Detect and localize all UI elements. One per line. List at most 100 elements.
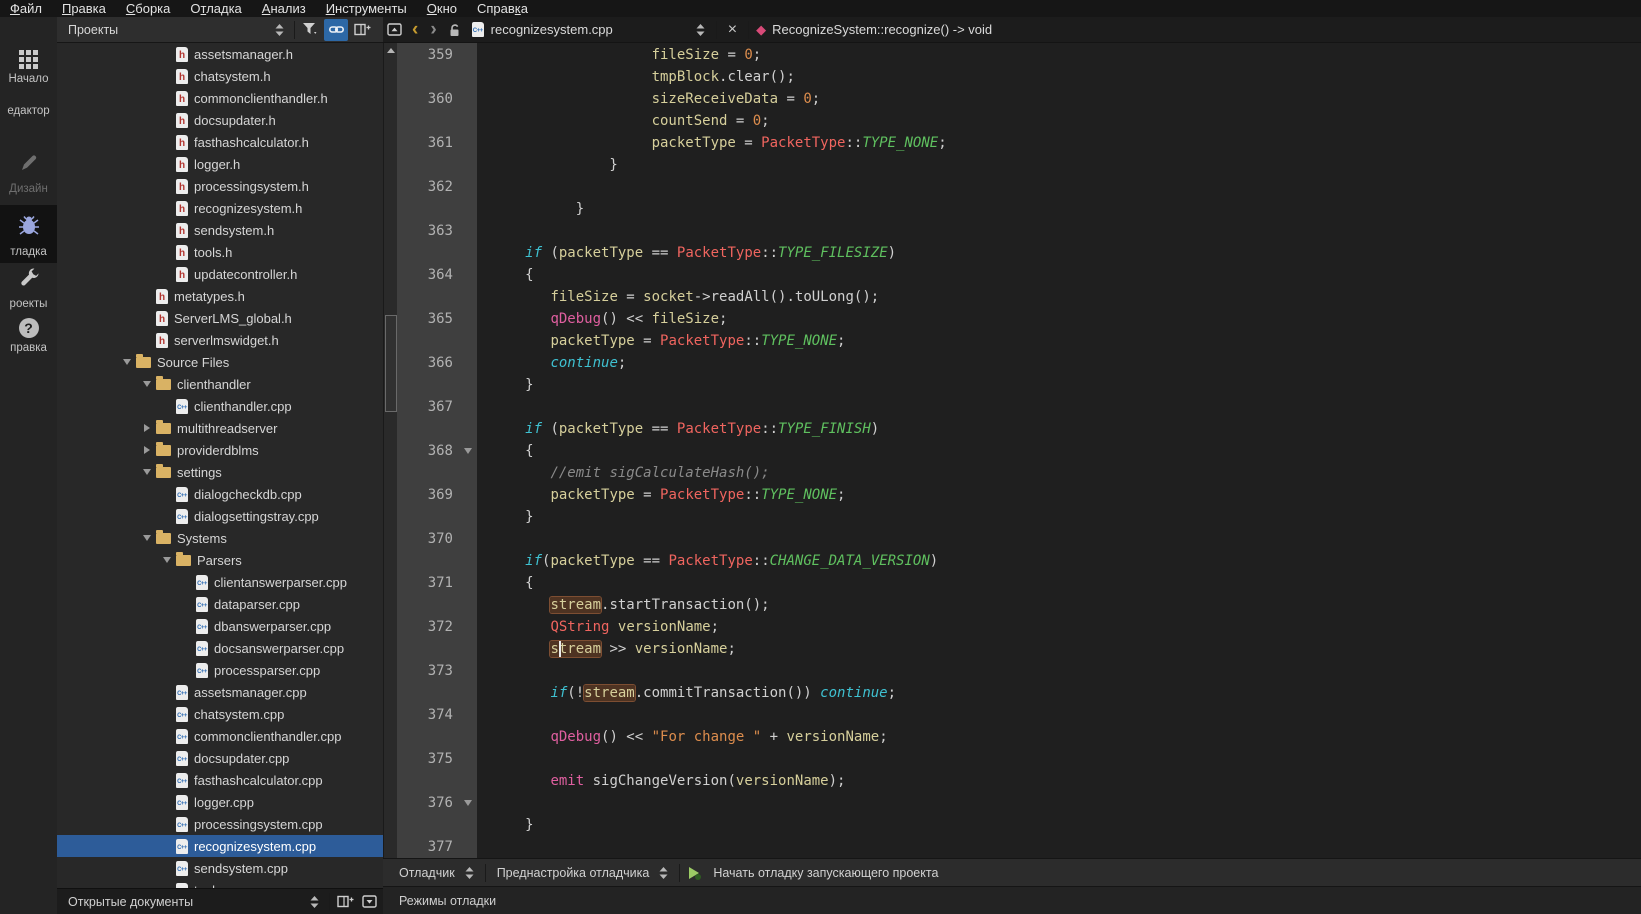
menu-item-analyze[interactable]: Анализ (252, 0, 316, 17)
tree-item-assetsmanager.cpp[interactable]: C++assetsmanager.cpp (57, 681, 383, 703)
tree-item-processingsystem.h[interactable]: hprocessingsystem.h (57, 175, 383, 197)
tree-item-fasthashcalculator.cpp[interactable]: C++fasthashcalculator.cpp (57, 769, 383, 791)
tree-item-tools.cpp[interactable]: C++tools.cpp (57, 879, 383, 888)
code-line-372[interactable]: packetType = PacketType::TYPE_NONE; (477, 330, 1641, 352)
code-line-390[interactable]: qDebug() << "For change " + versionName; (477, 726, 1641, 748)
mode-debug[interactable]: тладка (0, 205, 57, 263)
expanded-arrow-icon[interactable] (141, 381, 153, 387)
line-number-364[interactable]: 364 (397, 264, 477, 286)
scrollbar-thumb[interactable] (385, 315, 397, 412)
menu-item-file[interactable]: Файл (0, 0, 52, 17)
expanded-arrow-icon[interactable] (141, 469, 153, 475)
menu-item-build[interactable]: Сборка (116, 0, 181, 17)
sync-with-editor-button[interactable] (324, 19, 348, 41)
line-number-375[interactable]: 375 (397, 748, 477, 770)
code-line-361[interactable]: sizeReceiveData = 0; (477, 88, 1641, 110)
code-editor[interactable]: fileSize = 0; tmpBlock.clear(); sizeRece… (477, 43, 1641, 858)
filter-button[interactable] (300, 19, 320, 41)
line-number-374[interactable]: 374 (397, 704, 477, 726)
tree-item-logger.h[interactable]: hlogger.h (57, 153, 383, 175)
symbol-selector[interactable]: RecognizeSystem::recognize() -> void (772, 22, 992, 37)
pane-selector-arrows[interactable] (304, 891, 324, 913)
tree-item-processingsystem.cpp[interactable]: C++processingsystem.cpp (57, 813, 383, 835)
expanded-arrow-icon[interactable] (141, 535, 153, 541)
line-number-369[interactable]: 369 (397, 484, 477, 506)
start-debug-button[interactable]: Начать отладку запускающего проекта (683, 866, 946, 880)
tree-item-dialogsettingstray.cpp[interactable]: C++dialogsettingstray.cpp (57, 505, 383, 527)
code-line-374[interactable]: } (477, 374, 1641, 396)
code-line-386[interactable]: stream >> versionName; (477, 638, 1641, 660)
code-line-384[interactable]: stream.startTransaction(); (477, 594, 1641, 616)
tree-item-docsanswerparser.cpp[interactable]: C++docsanswerparser.cpp (57, 637, 383, 659)
code-line-375[interactable] (477, 396, 1641, 418)
pane-selector-arrows[interactable] (269, 19, 289, 41)
code-line-388[interactable]: if(!stream.commitTransaction()) continue… (477, 682, 1641, 704)
tree-item-assetsmanager.h[interactable]: hassetsmanager.h (57, 43, 383, 65)
expanded-arrow-icon[interactable] (121, 359, 133, 365)
menu-item-edit[interactable]: Правка (52, 0, 116, 17)
tree-item-dataparser.cpp[interactable]: C++dataparser.cpp (57, 593, 383, 615)
tree-item-metatypes.h[interactable]: hmetatypes.h (57, 285, 383, 307)
code-line-381[interactable] (477, 528, 1641, 550)
code-line-382[interactable]: if(packetType == PacketType::CHANGE_DATA… (477, 550, 1641, 572)
tree-item-tools.h[interactable]: htools.h (57, 241, 383, 263)
debug-engine-combo[interactable]: Отладчик (399, 866, 482, 880)
split-button[interactable] (335, 891, 355, 913)
code-line-359[interactable]: fileSize = 0; (477, 44, 1641, 66)
code-line-393[interactable] (477, 792, 1641, 814)
line-number-365[interactable]: 365 (397, 308, 477, 330)
tree-item-multithreadserver[interactable]: multithreadserver (57, 417, 383, 439)
code-line-373[interactable]: continue; (477, 352, 1641, 374)
line-number-367[interactable]: 367 (397, 396, 477, 418)
tree-item-fasthashcalculator.h[interactable]: hfasthashcalculator.h (57, 131, 383, 153)
line-number-359[interactable]: 359 (397, 44, 477, 66)
tree-item-logger.cpp[interactable]: C++logger.cpp (57, 791, 383, 813)
code-line-385[interactable]: QString versionName; (477, 616, 1641, 638)
collapse-panel-button[interactable] (359, 891, 379, 913)
line-number-373[interactable]: 373 (397, 660, 477, 682)
tree-scrollbar[interactable] (383, 43, 397, 888)
tree-item-clienthandler.cpp[interactable]: C++clienthandler.cpp (57, 395, 383, 417)
tree-item-updatecontroller.h[interactable]: hupdatecontroller.h (57, 263, 383, 285)
tree-item-dialogcheckdb.cpp[interactable]: C++dialogcheckdb.cpp (57, 483, 383, 505)
line-number-377[interactable]: 377 (397, 836, 477, 858)
line-number-360[interactable]: 360 (397, 88, 477, 110)
code-line-360[interactable]: tmpBlock.clear(); (477, 66, 1641, 88)
mode-help[interactable]: ?правка (0, 318, 57, 354)
code-line-371[interactable]: qDebug() << fileSize; (477, 308, 1641, 330)
line-number-370[interactable]: 370 (397, 528, 477, 550)
menu-item-window[interactable]: Окно (417, 0, 467, 17)
menu-item-tools[interactable]: Инструменты (316, 0, 417, 17)
code-line-377[interactable]: { (477, 440, 1641, 462)
code-line-394[interactable]: } (477, 814, 1641, 836)
code-line-368[interactable]: if (packetType == PacketType::TYPE_FILES… (477, 242, 1641, 264)
navigate-forward-button[interactable]: › (424, 19, 442, 41)
split-button[interactable] (352, 19, 372, 41)
open-documents-selector[interactable]: Открытые документы (57, 895, 302, 909)
menu-item-help[interactable]: Справка (467, 0, 538, 17)
code-line-369[interactable]: { (477, 264, 1641, 286)
tree-item-serverlms_global.h[interactable]: hServerLMS_global.h (57, 307, 383, 329)
line-number-368[interactable]: 368 (397, 440, 477, 462)
close-document-button[interactable]: × (720, 20, 745, 40)
mode-welcome[interactable]: Начало (0, 50, 57, 85)
scroll-up-button[interactable] (384, 43, 398, 57)
line-number-362[interactable]: 362 (397, 176, 477, 198)
collapse-panel-button[interactable] (384, 19, 404, 41)
tree-item-systems[interactable]: Systems (57, 527, 383, 549)
tree-item-clientanswerparser.cpp[interactable]: C++clientanswerparser.cpp (57, 571, 383, 593)
code-line-383[interactable]: { (477, 572, 1641, 594)
code-line-370[interactable]: fileSize = socket->readAll().toULong(); (477, 286, 1641, 308)
project-pane-title[interactable]: Проекты (57, 23, 267, 37)
tree-item-recognizesystem.h[interactable]: hrecognizesystem.h (57, 197, 383, 219)
tree-item-commonclienthandler.cpp[interactable]: C++commonclienthandler.cpp (57, 725, 383, 747)
line-number-371[interactable]: 371 (397, 572, 477, 594)
editor-gutter[interactable]: 3593603613623633643653663673683693703713… (397, 43, 477, 858)
tree-item-docsupdater.cpp[interactable]: C++docsupdater.cpp (57, 747, 383, 769)
mode-design[interactable]: Дизайн (0, 152, 57, 195)
code-line-387[interactable] (477, 660, 1641, 682)
collapsed-arrow-icon[interactable] (141, 424, 153, 432)
code-line-380[interactable]: } (477, 506, 1641, 528)
code-line-365[interactable] (477, 176, 1641, 198)
fold-marker-icon[interactable] (464, 800, 472, 806)
